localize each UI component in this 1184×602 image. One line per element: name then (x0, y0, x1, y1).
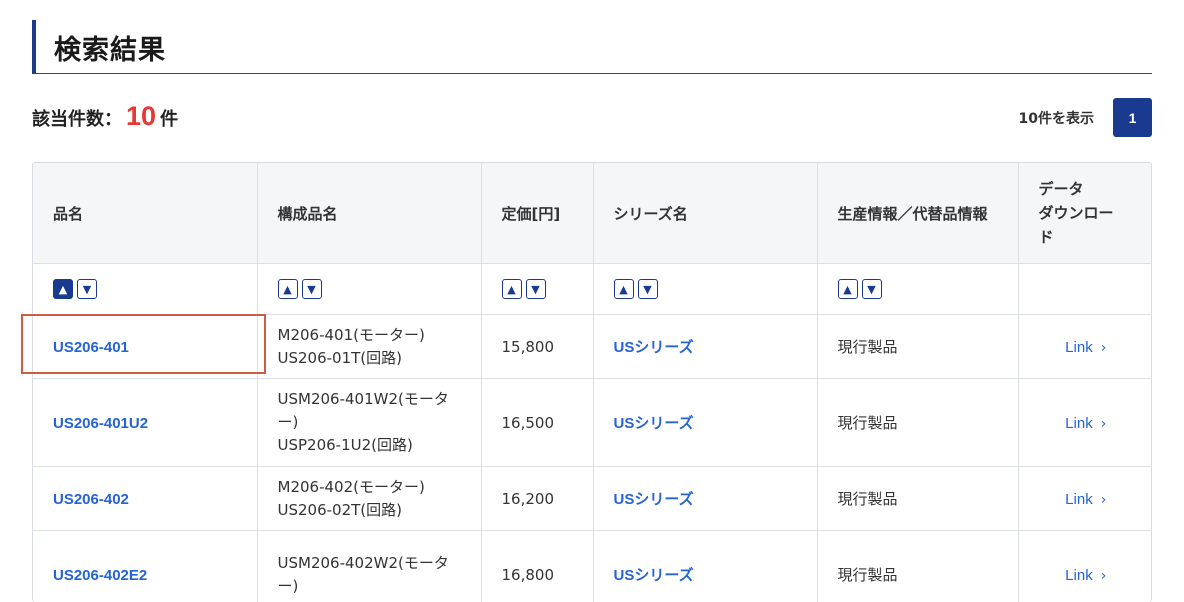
components-cell: M206-401(モーター) US206-01T(回路) (257, 315, 481, 379)
sort-descending-button[interactable]: ▼ (526, 279, 546, 299)
download-link-label: Link (1065, 415, 1093, 432)
col-header-price: 定価[円] (481, 163, 593, 264)
sort-ascending-button[interactable]: ▲ (614, 279, 634, 299)
sort-descending-button[interactable]: ▼ (862, 279, 882, 299)
price-cell: 16,500 (481, 379, 593, 467)
components-cell: M206-402(モーター) US206-02T(回路) (257, 467, 481, 531)
result-count-unit: 件 (160, 109, 178, 130)
chevron-right-icon: › (1101, 568, 1107, 584)
sort-controls-components: ▲▼ (257, 264, 481, 315)
component-line: US206-01T(回路) (278, 347, 481, 370)
sort-descending-button[interactable]: ▼ (77, 279, 97, 299)
triangle-down-icon: ▼ (83, 283, 91, 296)
series-link[interactable]: USシリーズ (614, 491, 694, 508)
download-link[interactable]: Link › (1065, 414, 1106, 432)
download-link-label: Link (1065, 339, 1093, 356)
component-line: M206-401(モーター) (278, 324, 481, 347)
page-1-button[interactable]: 1 (1113, 98, 1152, 137)
triangle-down-icon: ▼ (531, 283, 539, 296)
table-row: US206-402 M206-402(モーター) US206-02T(回路) 1… (33, 467, 1152, 531)
triangle-down-icon: ▼ (307, 283, 315, 296)
triangle-up-icon: ▲ (619, 283, 627, 296)
component-line: USP206-1U2(回路) (278, 434, 481, 457)
sort-controls-empty (1018, 264, 1152, 315)
component-line: USM206-401W2(モータ (278, 388, 481, 411)
chevron-right-icon: › (1101, 340, 1107, 356)
results-table: 品名 構成品名 定価[円] シリーズ名 生産情報／代替品情報 データ ダウンロー… (32, 162, 1152, 602)
status-cell: 現行製品 (817, 531, 1018, 602)
sort-ascending-button[interactable]: ▲ (838, 279, 858, 299)
col-header-name: 品名 (33, 163, 257, 264)
series-link[interactable]: USシリーズ (614, 415, 694, 432)
component-line: ー) (278, 411, 481, 434)
col-header-series: シリーズ名 (593, 163, 817, 264)
sort-controls-status: ▲▼ (817, 264, 1018, 315)
result-count-label: 該当件数： (32, 109, 122, 130)
status-cell: 現行製品 (817, 379, 1018, 467)
col-header-download: データ ダウンロー ド (1018, 163, 1152, 264)
per-page-label: 10件を表示 (1019, 108, 1094, 128)
product-name-link[interactable]: US206-401 (53, 339, 129, 356)
triangle-down-icon: ▼ (867, 283, 875, 296)
chevron-right-icon: › (1101, 416, 1107, 432)
col-header-download-line: データ (1039, 177, 1153, 201)
triangle-up-icon: ▲ (843, 283, 851, 296)
table-row: US206-401 M206-401(モーター) US206-01T(回路) 1… (33, 315, 1152, 379)
col-header-download-line: ド (1039, 225, 1153, 249)
triangle-up-icon: ▲ (59, 283, 67, 296)
product-name-link[interactable]: US206-402 (53, 491, 129, 508)
result-count: 該当件数：10件 (32, 101, 178, 141)
sort-controls-price: ▲▼ (481, 264, 593, 315)
page-title-bar: 検索結果 (32, 20, 1152, 74)
triangle-up-icon: ▲ (283, 283, 291, 296)
col-header-download-line: ダウンロー (1039, 201, 1153, 225)
result-count-value: 10 (126, 101, 156, 131)
table-row: US206-401U2 USM206-401W2(モータ ー) USP206-1… (33, 379, 1152, 467)
product-name-link[interactable]: US206-401U2 (53, 415, 148, 432)
status-cell: 現行製品 (817, 467, 1018, 531)
chevron-right-icon: › (1101, 492, 1107, 508)
component-line: M206-402(モーター) (278, 476, 481, 499)
col-header-components: 構成品名 (257, 163, 481, 264)
page-title: 検索結果 (54, 28, 166, 67)
components-cell: USM206-401W2(モータ ー) USP206-1U2(回路) (257, 379, 481, 467)
col-header-status: 生産情報／代替品情報 (817, 163, 1018, 264)
sort-descending-button[interactable]: ▼ (302, 279, 322, 299)
price-cell: 15,800 (481, 315, 593, 379)
sort-controls-name: ▲▼ (33, 264, 257, 315)
download-link[interactable]: Link › (1065, 490, 1106, 508)
triangle-up-icon: ▲ (507, 283, 515, 296)
price-cell: 16,200 (481, 467, 593, 531)
download-link-label: Link (1065, 491, 1093, 508)
triangle-down-icon: ▼ (643, 283, 651, 296)
sort-ascending-button[interactable]: ▲ (278, 279, 298, 299)
download-link[interactable]: Link › (1065, 566, 1106, 584)
product-name-link[interactable]: US206-402E2 (53, 567, 147, 584)
sort-controls-series: ▲▼ (593, 264, 817, 315)
component-line: USM206-402W2(モータ (278, 552, 481, 575)
table-row: US206-402E2 USM206-402W2(モータ ー) 16,800 U… (33, 531, 1152, 602)
series-link[interactable]: USシリーズ (614, 567, 694, 584)
status-cell: 現行製品 (817, 315, 1018, 379)
components-cell: USM206-402W2(モータ ー) (257, 531, 481, 602)
component-line: ー) (278, 575, 481, 598)
download-link[interactable]: Link › (1065, 338, 1106, 356)
series-link[interactable]: USシリーズ (614, 339, 694, 356)
sort-descending-button[interactable]: ▼ (638, 279, 658, 299)
sort-ascending-button[interactable]: ▲ (53, 279, 73, 299)
sort-ascending-button[interactable]: ▲ (502, 279, 522, 299)
price-cell: 16,800 (481, 531, 593, 602)
download-link-label: Link (1065, 567, 1093, 584)
component-line: US206-02T(回路) (278, 499, 481, 522)
